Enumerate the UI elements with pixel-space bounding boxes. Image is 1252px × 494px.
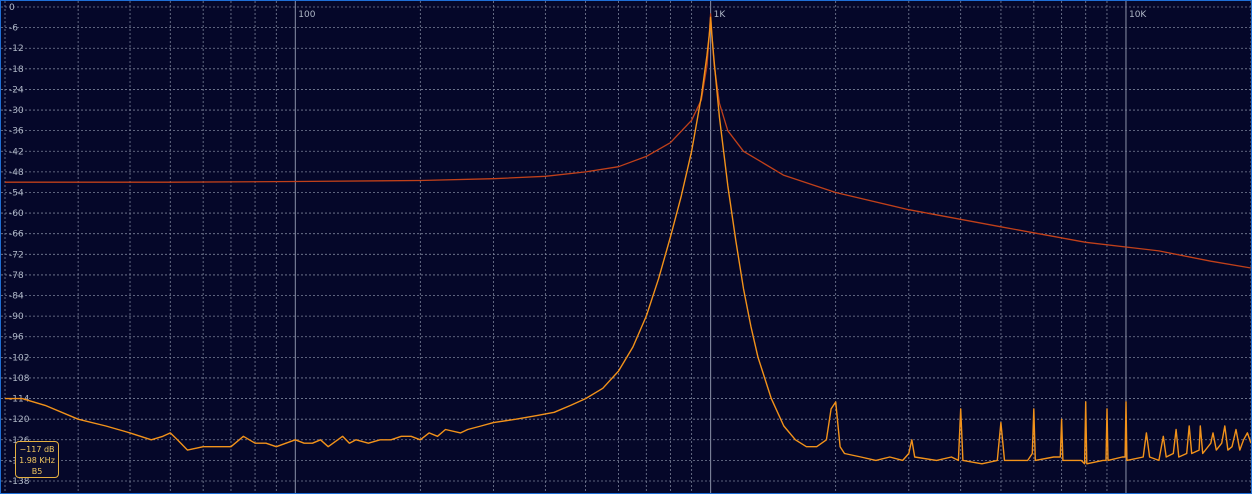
y-tick-label: -30 [9, 106, 24, 116]
y-tick-label: -66 [9, 230, 24, 240]
y-tick-label: -24 [9, 85, 24, 95]
x-tick-label: 100 [298, 10, 315, 20]
y-tick-label: -12 [9, 44, 24, 54]
readout-frequency: 1.98 KHz [19, 456, 55, 465]
y-tick-label: -72 [9, 250, 24, 260]
y-tick-label: -6 [9, 24, 18, 34]
readout-note: B5 [31, 467, 43, 476]
y-tick-label: -90 [9, 312, 24, 322]
y-tick-label: -48 [9, 168, 24, 178]
series-line-2 [5, 16, 1251, 465]
y-tick-label: -102 [9, 353, 29, 363]
y-tick-label: -36 [9, 127, 24, 137]
cursor-readout: −117 dB 1.98 KHz B5 [15, 441, 59, 478]
y-tick-label: -84 [9, 292, 24, 302]
x-tick-label: 1K [714, 10, 727, 20]
y-tick-label: 0 [9, 3, 15, 13]
readout-level: −117 dB [19, 445, 55, 454]
y-tick-label: -54 [9, 188, 24, 198]
y-tick-label: -108 [9, 374, 30, 384]
spectrum-analyzer-panel[interactable]: 0 -6 -12 -18 -24 -30 -36 -42 -48 -54 -60 -66 -72 -78 -… [0, 0, 1252, 494]
tick-labels: 0 -6 -12 -18 -24 -30 -36 -42 -48 -54 -60 -66 -72 -78 -… [9, 3, 1147, 487]
grid [1, 1, 1251, 493]
x-tick-label: 10K [1129, 10, 1147, 20]
y-tick-label: -138 [9, 477, 30, 487]
y-tick-label: -120 [9, 415, 30, 425]
y-tick-label: -60 [9, 209, 24, 219]
y-tick-label: -96 [9, 333, 24, 343]
y-tick-label: -18 [9, 65, 24, 75]
series-line-1 [5, 13, 1251, 269]
y-tick-label: -42 [9, 147, 24, 157]
spectrum-plot: 0 -6 -12 -18 -24 -30 -36 -42 -48 -54 -60 -66 -72 -78 -… [1, 1, 1251, 493]
y-tick-label: -78 [9, 271, 24, 281]
series-layer [5, 13, 1251, 465]
